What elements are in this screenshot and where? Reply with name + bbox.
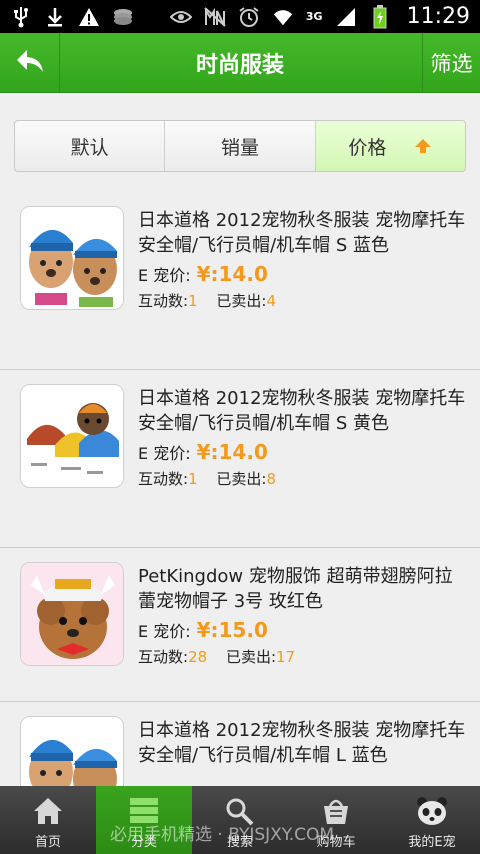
interactions-count: 1 [188, 470, 198, 488]
nav-label: 首页 [34, 835, 61, 850]
sold-count: 4 [266, 292, 276, 310]
home-icon [31, 795, 65, 827]
page-title: 时尚服装 [195, 52, 284, 78]
back-button[interactable] [0, 33, 60, 93]
sort-ascending-icon [414, 137, 432, 155]
product-title: 日本道格 2012宠物秋冬服装 宠物摩托车安全帽/飞行员帽/机车帽 L 蓝色 [138, 720, 466, 766]
interactions-label: 互动数: [138, 292, 189, 310]
sort-tab-default[interactable]: 默认 [15, 121, 166, 171]
price-label: E 宠价: [138, 444, 191, 463]
product-title: PetKingdow 宠物服饰 超萌带翅膀阿拉蕾宠物帽子 3号 玫红色 [138, 566, 453, 612]
product-title: 日本道格 2012宠物秋冬服装 宠物摩托车安全帽/飞行员帽/机车帽 S 黄色 [138, 388, 466, 434]
product-info: 日本道格 2012宠物秋冬服装 宠物摩托车安全帽/飞行员帽/机车帽 L 蓝色 [138, 718, 468, 768]
product-info: PetKingdow 宠物服饰 超萌带翅膀阿拉蕾宠物帽子 3号 玫红色 E 宠价… [138, 564, 468, 667]
watermark: 必用手机精选 · BYJSJXY.COM [110, 825, 335, 845]
product-price: ¥:14.0 [196, 262, 268, 286]
title-bar: 时尚服装 筛选 [0, 33, 480, 93]
price-label: E 宠价: [138, 266, 191, 285]
product-info: 日本道格 2012宠物秋冬服装 宠物摩托车安全帽/飞行员帽/机车帽 S 蓝色 E… [138, 208, 468, 311]
mute-icon [204, 6, 226, 28]
sort-tabs: 默认 销量 价格 [14, 120, 466, 172]
price-row: E 宠价: ¥:15.0 [138, 618, 468, 642]
signal-icon [335, 6, 357, 28]
battery-icon [369, 4, 391, 28]
product-item[interactable]: 日本道格 2012宠物秋冬服装 宠物摩托车安全帽/飞行员帽/机车帽 S 蓝色 E… [0, 192, 480, 370]
product-list: 日本道格 2012宠物秋冬服装 宠物摩托车安全帽/飞行员帽/机车帽 S 蓝色 E… [0, 192, 480, 854]
status-bar: 3G 11:29 [0, 0, 480, 33]
sold-count: 17 [276, 648, 296, 666]
sold-label: 已卖出: [225, 648, 276, 666]
product-price: ¥:15.0 [196, 618, 268, 642]
alarm-icon [238, 6, 260, 28]
interactions-count: 1 [188, 292, 198, 310]
product-item[interactable]: 日本道格 2012宠物秋冬服装 宠物摩托车安全帽/飞行员帽/机车帽 S 黄色 E… [0, 370, 480, 548]
filter-button[interactable]: 筛选 [422, 33, 480, 93]
interactions-count: 28 [188, 648, 208, 666]
eye-icon [169, 6, 192, 28]
nav-home[interactable]: 首页 [0, 786, 96, 854]
product-thumbnail [20, 206, 124, 310]
product-info: 日本道格 2012宠物秋冬服装 宠物摩托车安全帽/飞行员帽/机车帽 S 黄色 E… [138, 386, 468, 489]
stats-row: 互动数:1 已卖出:4 [138, 290, 468, 311]
status-time: 11:29 [406, 4, 470, 29]
sort-tab-price[interactable]: 价格 [315, 121, 465, 171]
network-type: 3G [305, 10, 323, 23]
product-title: 日本道格 2012宠物秋冬服装 宠物摩托车安全帽/飞行员帽/机车帽 S 蓝色 [138, 210, 466, 256]
panda-icon [415, 795, 449, 827]
warning-icon [78, 6, 100, 28]
nav-my-pet[interactable]: 我的E宠 [384, 786, 480, 854]
sold-count: 8 [266, 470, 276, 488]
sort-tab-label: 默认 [70, 136, 109, 159]
usb-icon [10, 6, 32, 28]
storage-icon [112, 6, 134, 28]
price-row: E 宠价: ¥:14.0 [138, 440, 468, 464]
product-item[interactable]: PetKingdow 宠物服饰 超萌带翅膀阿拉蕾宠物帽子 3号 玫红色 E 宠价… [0, 548, 480, 702]
price-row: E 宠价: ¥:14.0 [138, 262, 468, 286]
nav-label: 我的E宠 [408, 835, 456, 850]
stats-row: 互动数:1 已卖出:8 [138, 468, 468, 489]
sort-tab-sales[interactable]: 销量 [165, 121, 316, 171]
sold-label: 已卖出: [216, 292, 267, 310]
product-price: ¥:14.0 [196, 440, 268, 464]
wifi-icon [272, 6, 294, 28]
product-thumbnail [20, 562, 124, 666]
sort-tab-label: 价格 [348, 136, 387, 159]
interactions-label: 互动数: [138, 648, 189, 666]
price-label: E 宠价: [138, 622, 191, 641]
back-arrow-icon [15, 48, 45, 78]
interactions-label: 互动数: [138, 470, 189, 488]
download-icon [44, 6, 66, 28]
sold-label: 已卖出: [216, 470, 267, 488]
stats-row: 互动数:28 已卖出:17 [138, 646, 468, 667]
product-thumbnail [20, 384, 124, 488]
sort-tab-label: 销量 [220, 136, 259, 159]
